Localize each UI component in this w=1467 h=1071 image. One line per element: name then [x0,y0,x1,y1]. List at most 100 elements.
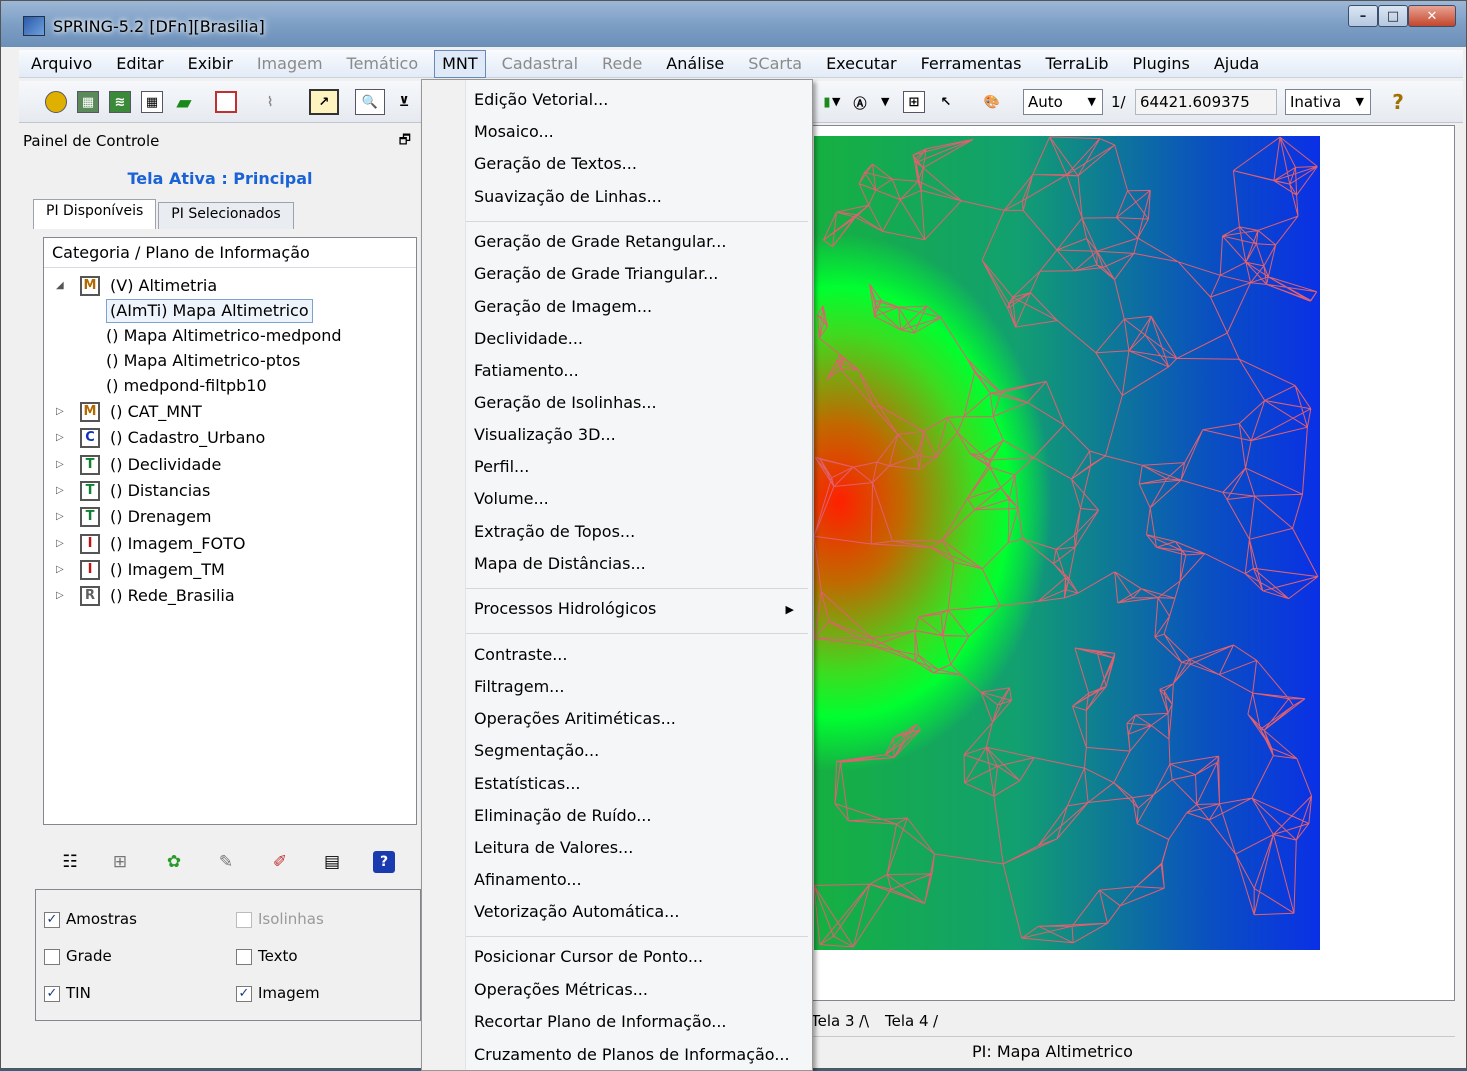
menu-item[interactable]: Recortar Plano de Informação... [474,1012,726,1031]
category-item[interactable]: ▷ T () Declividade [44,452,416,478]
menu-item[interactable]: Geração de Imagem... [474,297,652,316]
properties-icon[interactable]: ▤ [321,851,343,873]
draw-icon[interactable]: ↗ [309,89,339,115]
menu-item[interactable]: Volume... [474,489,549,508]
menu-plugins[interactable]: Plugins [1121,51,1202,77]
menu-item[interactable]: Edição Vetorial... [474,90,608,109]
expand-icon[interactable]: ▷ [56,504,64,530]
menu-item[interactable]: Geração de Grade Triangular... [474,264,718,283]
pi-item[interactable]: () medpond-filtpb10 [44,373,416,399]
dropdown-arrow-icon[interactable]: ▼ [881,95,889,108]
menu-item[interactable]: Operações Métricas... [474,980,648,999]
expand-icon[interactable]: ▷ [56,531,64,557]
checkbox-tin[interactable]: ✓ TIN [44,984,91,1002]
tab-pi-selecionados[interactable]: PI Selecionados [158,202,294,229]
tab-tela-3[interactable]: Tela 3 [811,1012,855,1030]
menu-analise[interactable]: Análise [654,51,736,77]
menu-item[interactable]: Geração de Textos... [474,154,637,173]
category-item[interactable]: ▷ T () Drenagem [44,504,416,530]
menu-imagem[interactable]: Imagem [245,51,335,77]
help-icon[interactable]: ? [1387,90,1409,114]
expand-icon[interactable]: ▷ [56,452,64,478]
zoom-out-icon[interactable]: ⊻ [393,91,415,113]
draw-polygon-icon[interactable]: ▰ [173,90,195,114]
restore-icon[interactable]: 🗗 [399,129,411,153]
menu-ferramentas[interactable]: Ferramentas [909,51,1034,77]
menu-item[interactable]: Fatiamento... [474,361,579,380]
category-item[interactable]: ▷ T () Distancias [44,478,416,504]
grid-icon[interactable]: ▦ [141,91,163,113]
category-item[interactable]: ▷ R () Rede_Brasilia [44,583,416,609]
pi-item[interactable]: () Mapa Altimetrico-medpond [44,323,416,349]
window-icon[interactable] [215,91,237,113]
menu-item[interactable]: Mosaico... [474,122,554,141]
category-item[interactable]: ▷ I () Imagem_TM [44,557,416,583]
menu-item[interactable]: Operações Aritiméticas... [474,709,676,728]
checkbox-box[interactable]: ✓ [236,985,252,1002]
palette-icon[interactable]: 🎨 [981,91,1003,113]
menu-item[interactable]: Suavização de Linhas... [474,187,662,206]
checkbox-texto[interactable]: Texto [236,947,298,965]
project-icon[interactable]: ▦ [77,91,99,113]
layers-icon[interactable]: ≋ [109,91,131,113]
maximize-button[interactable]: □ [1378,5,1408,27]
state-select[interactable]: Inativa ▼ [1285,89,1371,115]
menu-item[interactable]: Cruzamento de Planos de Informação... [474,1045,790,1064]
list-icon[interactable]: ☷ [59,851,81,873]
menu-mnt[interactable]: MNT [434,49,486,78]
checkbox-amostras[interactable]: ✓ Amostras [44,910,137,928]
expand-icon[interactable]: ▷ [56,399,64,425]
category-item[interactable]: ▷ C () Cadastro_Urbano [44,425,416,451]
menu-item[interactable]: Vetorização Automática... [474,902,679,921]
menu-ajuda[interactable]: Ajuda [1202,51,1272,77]
menu-arquivo[interactable]: Arquivo [19,51,104,77]
dropdown-arrow-icon[interactable]: ▼ [832,95,840,108]
tab-tela-4[interactable]: Tela 4 [885,1012,929,1030]
menu-item[interactable]: Contraste... [474,645,567,664]
toggle-icon[interactable]: ⌇ [259,91,281,113]
pi-item[interactable]: (AImTi) Mapa Altimetrico [44,298,416,324]
visual-icon[interactable]: ✿ [163,851,185,873]
altimetry-map-image[interactable] [814,136,1320,950]
scale-input[interactable]: 64421.609375 [1135,89,1277,115]
menu-item[interactable]: Geração de Isolinhas... [474,393,657,412]
menu-item[interactable]: Estatísticas... [474,774,581,793]
minimize-button[interactable]: – [1348,5,1378,27]
checkbox-isolinhas[interactable]: Isolinhas [236,910,324,928]
measure-icon[interactable]: ⊞ [903,91,925,113]
checkbox-box[interactable]: ✓ [44,911,60,928]
menu-item[interactable]: Filtragem... [474,677,564,696]
tab-pi-disponiveis[interactable]: PI Disponíveis [33,199,157,229]
expand-icon[interactable]: ▷ [56,478,64,504]
help-icon[interactable]: ? [373,851,395,873]
category-item[interactable]: ◢ M (V) Altimetria [44,273,416,299]
point-selection-icon[interactable]: Ⓐ [849,91,871,113]
cursor-icon[interactable]: ↖ [935,91,957,113]
menu-executar[interactable]: Executar [814,51,909,77]
menu-item[interactable]: Extração de Topos... [474,522,635,541]
pencil-icon[interactable]: ✐ [269,851,291,873]
menu-item[interactable]: Afinamento... [474,870,582,889]
collapse-icon[interactable]: ◢ [56,273,64,299]
zoom-icon[interactable]: 🔍 [355,89,385,115]
pi-item[interactable]: () Mapa Altimetrico-ptos [44,348,416,374]
database-icon[interactable] [45,91,67,113]
menu-cadastral[interactable]: Cadastral [490,51,590,77]
menu-item[interactable]: Posicionar Cursor de Ponto... [474,947,703,966]
checkbox-box[interactable]: ✓ [44,985,60,1002]
menu-item[interactable]: Leitura de Valores... [474,838,633,857]
menu-item[interactable]: Eliminação de Ruído... [474,806,651,825]
zoom-mode-select[interactable]: Auto ▼ [1023,89,1103,115]
menu-item[interactable]: Perfil... [474,457,529,476]
checkbox-grade[interactable]: Grade [44,947,112,965]
table-icon[interactable]: ⊞ [109,851,131,873]
menu-item[interactable]: Declividade... [474,329,583,348]
checkbox-box[interactable] [236,911,252,928]
category-item[interactable]: ▷ M () CAT_MNT [44,399,416,425]
checkbox-imagem[interactable]: ✓ Imagem [236,984,320,1002]
menu-rede[interactable]: Rede [590,51,654,77]
menu-terralib[interactable]: TerraLib [1033,51,1120,77]
checkbox-box[interactable] [44,948,60,965]
menu-item[interactable]: Segmentação... [474,741,599,760]
menu-item[interactable]: Mapa de Distâncias... [474,554,646,573]
